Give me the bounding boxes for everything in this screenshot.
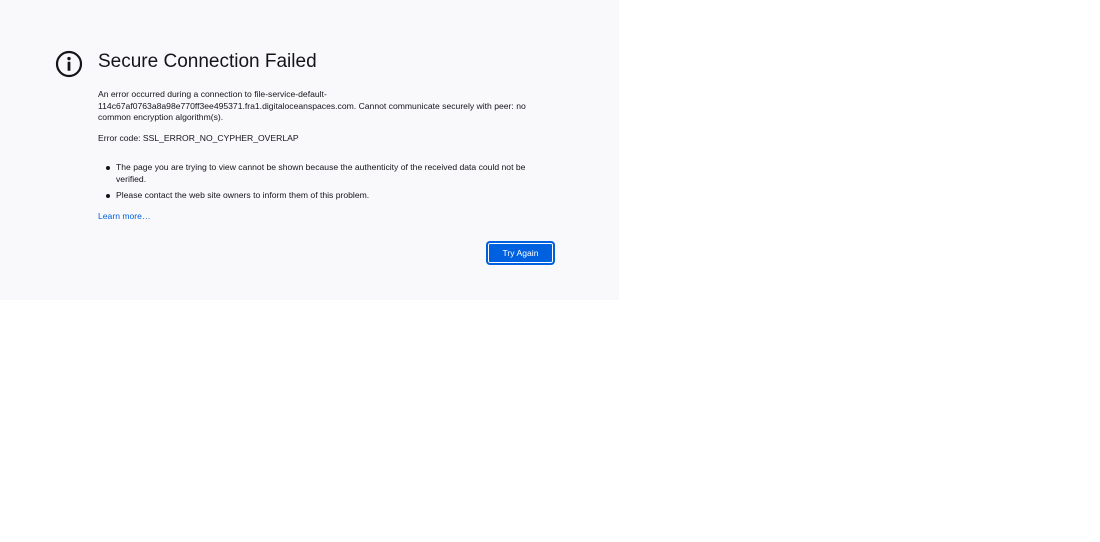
error-code: Error code: SSL_ERROR_NO_CYPHER_OVERLAP <box>98 132 299 143</box>
error-panel: Secure Connection Failed An error occurr… <box>0 0 619 300</box>
page-title: Secure Connection Failed <box>98 51 317 72</box>
info-icon <box>55 50 83 78</box>
list-item: The page you are trying to view cannot b… <box>106 162 548 185</box>
error-description: An error occurred during a connection to… <box>98 89 526 122</box>
error-bullet-list: The page you are trying to view cannot b… <box>98 162 548 202</box>
try-again-button[interactable]: Try Again <box>487 242 554 264</box>
error-content: An error occurred during a connection to… <box>98 89 548 222</box>
learn-more-link[interactable]: Learn more… <box>98 211 151 223</box>
list-item: Please contact the web site owners to in… <box>106 190 548 202</box>
